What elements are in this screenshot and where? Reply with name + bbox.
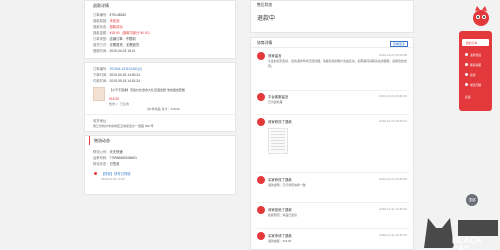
refund-info-card: 退款详情 订单编号：579148283 退款原因：未收到 退款状态：退款成功 退… xyxy=(84,0,236,59)
sidebar-item-complaint[interactable]: 投诉 xyxy=(462,71,489,78)
entry-time: 2019-12-21 23:56:08 xyxy=(379,53,407,57)
complaint-icon xyxy=(465,73,468,76)
view-more-button[interactable]: 查看更多 xyxy=(389,41,408,47)
product-thumbnail[interactable] xyxy=(93,87,105,101)
logistics-row-number: 运单号码：779989450006691 xyxy=(93,156,137,160)
negotiation-column: 售后状态 退款中 协商详情 查看更多 商家留言 2019-12-21 23:56… xyxy=(250,0,414,250)
product-price: ¥18.90 xyxy=(109,97,120,101)
negotiation-entry: 平台客服留言 2019-10-16 20:46:06 已为您处理 xyxy=(257,93,407,113)
order-divider xyxy=(85,114,237,115)
logistics-latest-time: 2019-04-05 12:50 xyxy=(101,177,125,181)
info-row-amount: 退款金额：¥18.90（退款中部分 ¥0.00） xyxy=(93,31,152,35)
entry-name: 买家修改了退款 xyxy=(268,178,292,182)
logistics-row-company: 物流公司：天天快递 xyxy=(93,150,123,154)
entry-name: 买家申请了退款 xyxy=(268,234,292,238)
avatar xyxy=(257,93,265,101)
entry-divider xyxy=(257,202,409,203)
entry-body: 亲爱的买家您好，您的退款申请已经处理，请留意您的账户资金变动，如有疑问请联系在线… xyxy=(268,59,407,68)
entry-name: 商家留言 xyxy=(268,54,282,58)
entry-name: 商家修改了退款 xyxy=(268,120,292,124)
negotiation-entry: 买家申请了退款 2019-10-11 12:45:10 退款金额：¥18.90 xyxy=(257,232,407,250)
order-row-created: 下单时间：2019-04-26 14:50:24 xyxy=(93,73,141,77)
negotiation-history-card: 协商详情 查看更多 商家留言 2019-12-21 23:56:08 亲爱的买家… xyxy=(250,37,414,250)
address-label: 收货地址 xyxy=(93,119,107,123)
entry-time: 2019-10-16 20:46:06 xyxy=(379,94,407,98)
entry-divider xyxy=(257,172,409,173)
entry-time: 2019-10-11 12:45:10 xyxy=(379,233,407,237)
logistics-latest[interactable]: 【揽收】快件已揽收 xyxy=(101,171,131,176)
status-label: 售后状态 xyxy=(257,3,273,7)
entry-body: 退款金额：¥18.90 xyxy=(268,239,292,243)
entry-body: 拒绝原因：商品已发货 xyxy=(268,213,297,217)
timeline-dot-icon xyxy=(94,172,97,175)
service-icon xyxy=(465,63,468,66)
entry-time: 2019-10-16 20:46:02 xyxy=(379,119,407,123)
avatar xyxy=(257,232,265,240)
logistics-title: 物流动态 xyxy=(89,136,235,145)
mascot-icon[interactable] xyxy=(471,2,491,32)
info-row-status: 退款状态：退款成功 xyxy=(93,25,123,29)
sidebar-item-faq[interactable]: 常见问题 xyxy=(462,81,489,88)
product-meta: 数量 1 · 已签收 xyxy=(109,102,130,106)
entry-time: 2019-10-16 20:46:00 xyxy=(379,177,407,181)
faq-icon xyxy=(465,83,468,86)
status-text: 退款中 xyxy=(257,16,276,22)
info-row-type: 订单类型：店铺订单 · 不限制 xyxy=(93,37,136,41)
negotiation-entry: 商家修改了退款 2019-10-16 20:46:02 xyxy=(257,118,407,170)
floating-sidebar: 我的订单 退款售后 联系客服 投诉 常见问题 反馈 xyxy=(459,31,492,111)
refund-icon xyxy=(465,53,468,56)
negotiation-entry: 商家留言 2019-12-21 23:56:08 亲爱的买家您好，您的退款申请已… xyxy=(257,52,407,88)
refund-detail-column: 退款详情 订单编号：579148283 退款原因：未收到 退款状态：退款成功 退… xyxy=(84,0,237,250)
address-text: 浙江省杭州市余杭区五常街道文一西路 998 号 xyxy=(93,124,154,128)
info-row-order-no: 订单编号：579148283 xyxy=(93,13,126,17)
entry-divider xyxy=(257,114,409,115)
logistics-row-status: 物流状态：已签收 xyxy=(93,162,120,166)
evidence-image[interactable] xyxy=(268,128,288,154)
entry-body: 已为您处理 xyxy=(268,100,283,104)
entry-divider xyxy=(257,90,409,91)
refund-info-title: 退款详情 xyxy=(93,3,109,8)
back-to-top-button[interactable]: 顶部 xyxy=(466,194,478,206)
info-row-reason: 退款原因：未收到 xyxy=(93,19,120,23)
avatar xyxy=(257,52,265,60)
order-info-card: 订单编号：201904-191102451(2) 下单时间：2019-04-26… xyxy=(84,62,237,132)
product-title[interactable]: 【小于不回收】高性价比零食大礼包混合装 零食组合套餐 xyxy=(109,88,233,92)
info-row-time: 退款时间：2019-04-04 18:21 xyxy=(93,49,136,53)
product-total: 共1件商品 合计：¥18.90 xyxy=(147,107,180,111)
sidebar-item-refund[interactable]: 退款售后 xyxy=(462,51,489,58)
negotiation-header: 协商详情 查看更多 xyxy=(251,38,413,48)
entry-divider xyxy=(257,228,409,229)
avatar xyxy=(257,206,265,214)
order-row-paid: 付款时间：2019-09-18 14:51:24 xyxy=(93,79,141,83)
logistics-card: 物流动态 物流公司：天天快递 运单号码：779989450006691 物流状态… xyxy=(84,135,236,195)
negotiation-entry: 商家拒绝了退款 2019-10-11 12:45:20 拒绝原因：商品已发货 xyxy=(257,206,407,226)
status-card: 售后状态 退款中 xyxy=(250,0,414,33)
sidebar-item-orders[interactable]: 我的订单 xyxy=(462,39,489,46)
entry-body: 退款说明：已与商家协商一致 xyxy=(268,183,306,187)
avatar xyxy=(257,176,265,184)
entry-time: 2019-10-11 12:45:20 xyxy=(379,207,407,211)
negotiation-entry: 买家修改了退款 2019-10-16 20:46:00 退款说明：已与商家协商一… xyxy=(257,176,407,198)
negotiation-title: 协商详情 xyxy=(257,41,273,45)
info-row-return-method: 退货方式：无需退货，无需退货 xyxy=(93,43,140,47)
watermark-text: BLACK CAT xyxy=(452,236,483,250)
order-row-number: 订单编号：201904-191102451(2) xyxy=(93,67,142,71)
sidebar-item-feedback[interactable]: 反馈 xyxy=(462,93,489,100)
sidebar-item-service[interactable]: 联系客服 xyxy=(462,61,489,68)
entry-name: 平台客服留言 xyxy=(268,95,289,99)
entry-name: 商家拒绝了退款 xyxy=(268,208,292,212)
avatar xyxy=(257,118,265,126)
